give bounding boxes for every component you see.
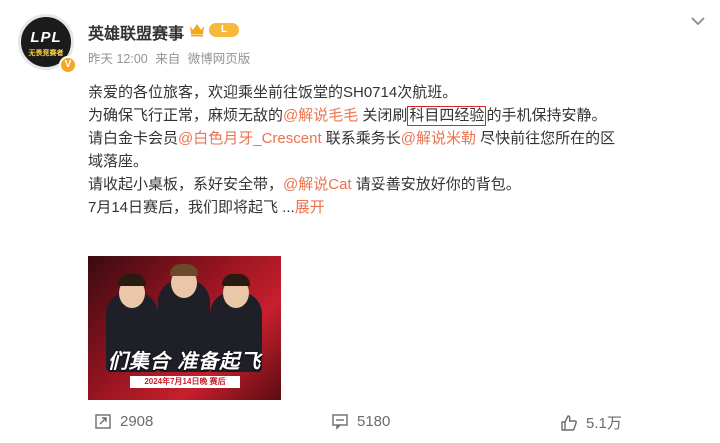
post-source: 微博网页版 <box>187 52 251 66</box>
crown-icon <box>190 24 204 37</box>
chevron-down-icon[interactable] <box>689 14 707 28</box>
post-meta: 昨天 12:00 来自 微博网页版 <box>88 48 254 67</box>
person-hair <box>222 274 250 286</box>
comment-icon <box>332 414 348 430</box>
content-text: 请收起小桌板，系好安全带， <box>88 176 284 193</box>
action-bar: 2908 5180 5.1万 <box>0 408 720 438</box>
person-hair <box>170 264 198 276</box>
person-hair <box>118 274 146 286</box>
comment-count: 5180 <box>357 412 391 430</box>
content-text: 请白金卡会员 <box>88 130 179 147</box>
verified-badge-icon: V <box>59 56 77 74</box>
content-line: 域落座。 <box>88 153 149 170</box>
content-text: 请妥善安放好你的背包。 <box>351 176 521 193</box>
content-line: 亲爱的各位旅客，欢迎乘坐前往饭堂的SH0714次航班。 <box>88 84 458 101</box>
content-text: 联系乘务长 <box>321 130 401 147</box>
content-line: 请白金卡会员@白色月牙_Crescent 联系乘务长@解说米勒 尽快前往您所在的… <box>88 127 688 150</box>
repost-icon <box>95 414 111 429</box>
avatar-logo-text: LPL <box>30 29 62 46</box>
mention-link[interactable]: @白色月牙_Crescent <box>178 130 322 147</box>
comment-button[interactable]: 5180 <box>331 412 390 430</box>
content-line: 请收起小桌板，系好安全带，@解说Cat 请妥善安放好你的背包。 <box>88 173 688 196</box>
mention-link[interactable]: @解说米勒 <box>401 130 476 147</box>
like-button[interactable]: 5.1万 <box>560 412 622 433</box>
content-text: 7月14日赛后，我们即将起飞 ... <box>88 199 295 216</box>
image-title: 们集合 准备起飞 <box>107 351 262 373</box>
highlight-box: 科目四经验 <box>407 106 487 126</box>
content-text: 尽快前往您所在的区 <box>476 130 616 147</box>
post-time[interactable]: 昨天 12:00 <box>88 52 148 66</box>
post-image[interactable]: 们集合 准备起飞 2024年7月14日晚 赛后 <box>88 256 281 400</box>
content-text: 关闭刷 <box>358 107 408 124</box>
content-line: 为确保飞行正常，麻烦无敌的@解说毛毛 关闭刷 科目四经验 的手机保持安静。 <box>88 104 688 127</box>
mention-link[interactable]: @解说毛毛 <box>283 107 358 124</box>
thumbs-up-icon <box>561 414 577 431</box>
repost-button[interactable]: 2908 <box>94 412 153 430</box>
level-badge: L <box>209 23 239 37</box>
content-text: 的手机保持安静。 <box>486 107 607 124</box>
image-date-label: 2024年7月14日晚 赛后 <box>130 376 240 388</box>
content-text: 为确保飞行正常，麻烦无敌的 <box>88 107 284 124</box>
repost-count: 2908 <box>120 412 154 430</box>
expand-link[interactable]: 展开 <box>295 199 325 216</box>
source-prefix: 来自 <box>155 52 181 66</box>
mention-link[interactable]: @解说Cat <box>283 176 352 193</box>
content-line: 7月14日赛后，我们即将起飞 ...展开 <box>88 196 688 219</box>
post-content: 亲爱的各位旅客，欢迎乘坐前往饭堂的SH0714次航班。 为确保飞行正常，麻烦无敌… <box>88 81 688 219</box>
like-count: 5.1万 <box>586 415 622 432</box>
author-name[interactable]: 英雄联盟赛事 <box>88 20 184 44</box>
